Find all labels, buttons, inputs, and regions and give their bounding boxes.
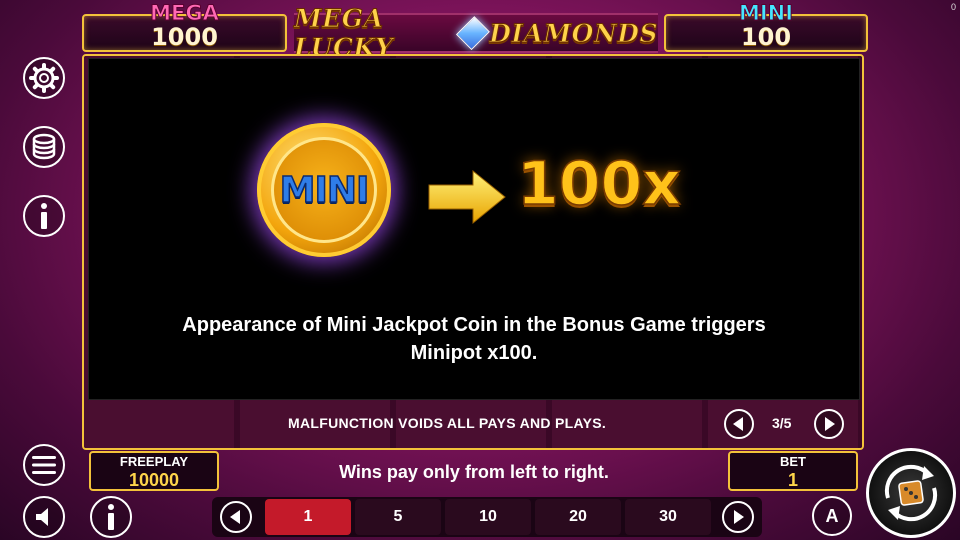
page-indicator: 3/5	[772, 415, 792, 431]
description-line-1: Appearance of Mini Jackpot Coin in the B…	[182, 314, 766, 336]
info-button[interactable]	[23, 195, 65, 237]
coins-stack-icon	[32, 133, 56, 160]
bet-decrease-button[interactable]	[220, 501, 252, 533]
freeplay-label: FREEPLAY	[119, 454, 189, 469]
paytable-panel: MINI 100x Appearance of Mini Jackpot Coi…	[88, 58, 860, 400]
reel-frame: MINI 100x Appearance of Mini Jackpot Coi…	[82, 54, 864, 450]
mini-jackpot-coin: MINI	[257, 123, 391, 257]
bet-selector: 1 5 10 20 30	[212, 497, 762, 537]
prev-page-button[interactable]	[724, 409, 754, 439]
info-icon	[41, 203, 47, 229]
mega-jackpot-label: MEGA	[150, 1, 220, 25]
menu-button[interactable]	[23, 444, 65, 486]
malfunction-notice: MALFUNCTION VOIDS ALL PAYS AND PLAYS.	[288, 415, 607, 431]
bet-option[interactable]: 10	[445, 499, 531, 535]
chevron-left-icon	[733, 417, 743, 431]
bet-option[interactable]: 20	[535, 499, 621, 535]
freeplay-box: FREEPLAY 10000	[89, 451, 219, 491]
arrow-right-icon	[428, 169, 506, 225]
autoplay-label: A	[825, 505, 839, 526]
mini-jackpot-label: MINI	[738, 1, 794, 25]
mini-jackpot-value: 100	[740, 23, 792, 51]
gear-icon	[29, 63, 59, 93]
mega-jackpot-box: MEGA 1000	[82, 2, 287, 52]
bet-label: BET	[780, 454, 806, 469]
bet-increase-button[interactable]	[722, 501, 754, 533]
bet-option[interactable]: 30	[625, 499, 711, 535]
mega-jackpot-value: 1000	[151, 23, 218, 51]
spin-button[interactable]	[866, 448, 956, 538]
bet-value: 1	[787, 470, 798, 490]
paytable-description: Appearance of Mini Jackpot Coin in the B…	[89, 311, 859, 367]
chevron-right-icon	[734, 510, 744, 524]
spin-icon	[884, 464, 938, 522]
multiplier-value: 100x	[516, 148, 681, 220]
sound-icon	[36, 508, 48, 526]
settings-button[interactable]	[23, 57, 65, 99]
chevron-right-icon	[825, 417, 835, 431]
coin-face: MINI	[271, 137, 377, 243]
bet-box: BET 1	[728, 451, 858, 491]
bet-option[interactable]: 5	[355, 499, 441, 535]
sound-button[interactable]	[23, 496, 65, 538]
coin-label: MINI	[279, 169, 370, 212]
autoplay-button[interactable]: A	[812, 496, 852, 536]
diamond-icon	[455, 16, 490, 50]
corner-counter: 0	[950, 2, 956, 12]
next-page-button[interactable]	[814, 409, 844, 439]
logo-text-right: DIAMONDS	[489, 18, 658, 48]
info-icon	[108, 504, 114, 530]
game-logo: MEGA LUCKY DIAMONDS	[294, 4, 658, 63]
chevron-left-icon	[230, 510, 240, 524]
freeplay-value: 10000	[128, 470, 180, 490]
notice-bar: MALFUNCTION VOIDS ALL PAYS AND PLAYS. 3/…	[88, 402, 860, 444]
paytable-button[interactable]	[23, 126, 65, 168]
description-line-2: Minipot x100.	[410, 342, 538, 364]
menu-icon	[32, 456, 56, 474]
status-message: Wins pay only from left to right.	[339, 462, 609, 482]
game-info-button[interactable]	[90, 496, 132, 538]
mini-jackpot-box: MINI 100	[664, 2, 868, 52]
bet-option[interactable]: 1	[265, 499, 351, 535]
